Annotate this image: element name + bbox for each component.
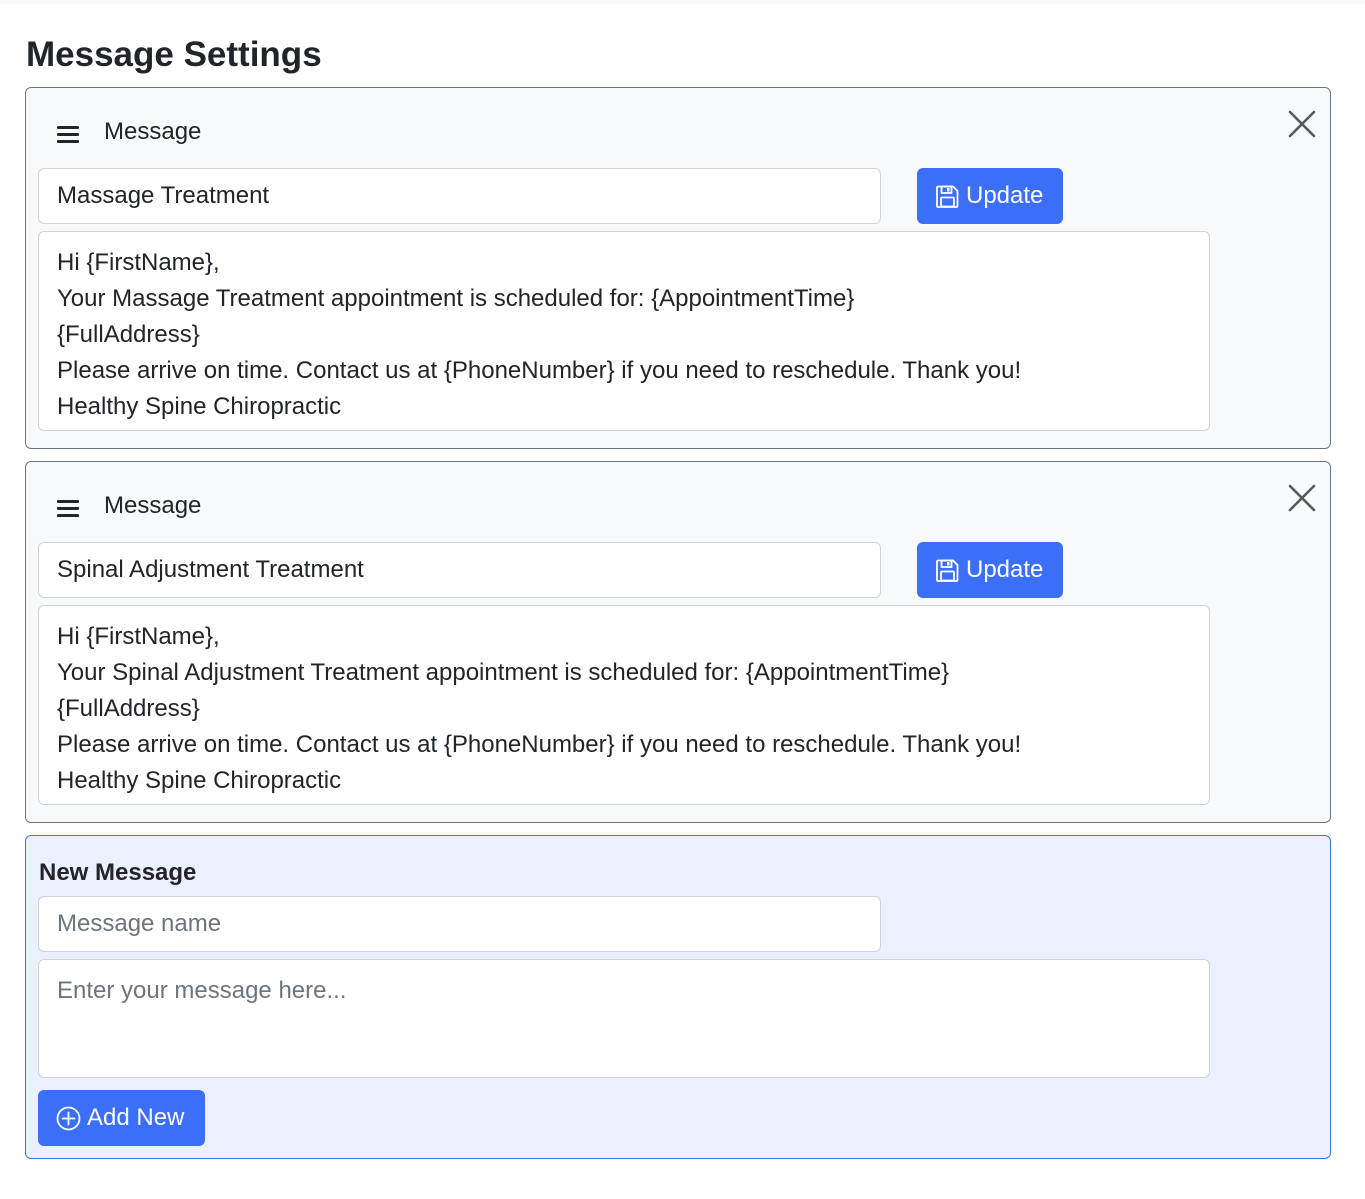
top-bar xyxy=(0,0,1365,4)
update-button-label: Update xyxy=(966,182,1044,209)
drag-handle-icon[interactable] xyxy=(57,126,79,144)
update-button-label: Update xyxy=(966,556,1044,583)
new-message-title: New Message xyxy=(39,859,197,886)
floppy-disk-icon xyxy=(935,558,960,583)
update-button[interactable]: Update xyxy=(917,542,1063,598)
message-card: Message Update Hi {FirstName}, Your Spin… xyxy=(25,461,1331,823)
message-name-input[interactable] xyxy=(38,168,881,224)
drag-handle-icon[interactable] xyxy=(57,500,79,518)
plus-circle-icon xyxy=(56,1106,81,1131)
floppy-disk-icon xyxy=(935,184,960,209)
message-card: Message Update Hi {FirstName}, Your Mass… xyxy=(25,87,1331,449)
page-title: Message Settings xyxy=(26,35,322,74)
new-message-body-textarea[interactable] xyxy=(38,959,1210,1078)
message-card-label: Message xyxy=(104,492,202,519)
update-button[interactable]: Update xyxy=(917,168,1063,224)
add-new-button-label: Add New xyxy=(87,1104,185,1131)
add-new-button[interactable]: Add New xyxy=(38,1090,205,1146)
message-body-textarea[interactable]: Hi {FirstName}, Your Massage Treatment a… xyxy=(38,231,1210,431)
close-icon[interactable] xyxy=(1287,483,1317,513)
message-name-input[interactable] xyxy=(38,542,881,598)
new-message-name-input[interactable] xyxy=(38,896,881,952)
message-card-label: Message xyxy=(104,118,202,145)
close-icon[interactable] xyxy=(1287,109,1317,139)
message-body-textarea[interactable]: Hi {FirstName}, Your Spinal Adjustment T… xyxy=(38,605,1210,805)
new-message-card: New Message Add New xyxy=(25,835,1331,1159)
